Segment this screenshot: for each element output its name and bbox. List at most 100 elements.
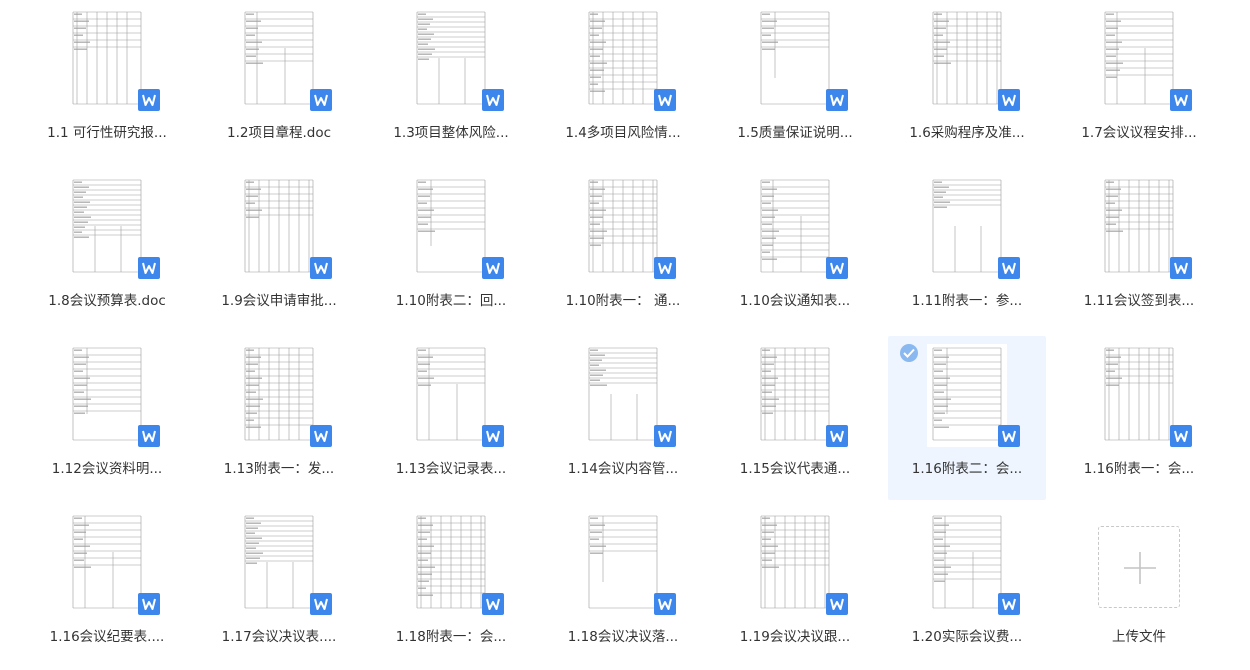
word-doc-icon <box>998 593 1020 615</box>
document-thumbnail <box>755 512 835 615</box>
document-thumbnail <box>755 344 835 447</box>
plus-icon <box>1124 552 1156 584</box>
file-item[interactable]: 1.16附表二：会... <box>888 336 1046 500</box>
document-thumbnail <box>411 344 491 447</box>
selected-check-icon[interactable] <box>900 344 918 362</box>
file-name: 1.6采购程序及准... <box>909 125 1025 141</box>
document-thumbnail <box>1099 8 1179 111</box>
file-name: 1.1 可行性研究报... <box>47 125 167 141</box>
file-item[interactable]: 1.10附表一： 通... <box>544 168 702 332</box>
word-doc-icon <box>654 257 676 279</box>
document-thumbnail <box>239 512 319 615</box>
file-item[interactable]: 1.8会议预算表.doc <box>28 168 186 332</box>
file-item[interactable]: 1.17会议决议表.... <box>200 504 358 668</box>
file-item[interactable]: 1.20实际会议费... <box>888 504 1046 668</box>
document-thumbnail <box>927 8 1007 111</box>
file-name: 1.11会议签到表... <box>1083 293 1195 309</box>
file-item[interactable]: 1.13会议记录表... <box>372 336 530 500</box>
word-doc-icon <box>310 593 332 615</box>
file-name: 1.9会议申请审批... <box>221 293 337 309</box>
word-doc-icon <box>654 425 676 447</box>
document-thumbnail <box>583 512 663 615</box>
word-doc-icon <box>1170 89 1192 111</box>
document-thumbnail <box>1099 176 1179 279</box>
file-name: 1.19会议决议跟... <box>739 629 851 645</box>
document-thumbnail <box>411 176 491 279</box>
file-item[interactable]: 1.13附表一：发... <box>200 336 358 500</box>
word-doc-icon <box>138 257 160 279</box>
file-name: 1.4多项目风险情... <box>565 125 681 141</box>
file-name: 1.20实际会议费... <box>911 629 1023 645</box>
file-name: 1.5质量保证说明... <box>737 125 853 141</box>
file-name: 1.13附表一：发... <box>223 461 335 477</box>
file-item[interactable]: 1.18附表一：会... <box>372 504 530 668</box>
word-doc-icon <box>138 89 160 111</box>
file-item[interactable]: 1.18会议决议落... <box>544 504 702 668</box>
file-item[interactable]: 1.10附表二：回... <box>372 168 530 332</box>
file-item[interactable]: 1.16会议纪要表.... <box>28 504 186 668</box>
file-item[interactable]: 1.1 可行性研究报... <box>28 0 186 164</box>
document-thumbnail <box>239 344 319 447</box>
file-name: 1.2项目章程.doc <box>226 125 331 141</box>
word-doc-icon <box>310 257 332 279</box>
file-item[interactable]: 1.11会议签到表... <box>1060 168 1218 332</box>
upload-file-button[interactable]: 上传文件 <box>1060 336 1218 666</box>
file-name: 1.14会议内容管... <box>567 461 679 477</box>
word-doc-icon <box>310 89 332 111</box>
file-item[interactable]: 1.19会议决议跟... <box>716 504 874 668</box>
file-name: 1.7会议议程安排... <box>1081 125 1197 141</box>
word-doc-icon <box>138 425 160 447</box>
word-doc-icon <box>310 425 332 447</box>
file-name: 1.16附表二：会... <box>911 461 1023 477</box>
upload-dropzone[interactable] <box>1098 526 1180 608</box>
file-name: 1.18附表一：会... <box>395 629 507 645</box>
file-name: 1.12会议资料明... <box>51 461 163 477</box>
file-item[interactable]: 1.10会议通知表... <box>716 168 874 332</box>
word-doc-icon <box>826 425 848 447</box>
file-name: 1.10附表二：回... <box>395 293 507 309</box>
file-item[interactable]: 1.15会议代表通... <box>716 336 874 500</box>
file-item[interactable]: 1.14会议内容管... <box>544 336 702 500</box>
upload-label: 上传文件 <box>1112 629 1166 645</box>
document-thumbnail <box>755 8 835 111</box>
word-doc-icon <box>138 593 160 615</box>
file-name: 1.8会议预算表.doc <box>48 293 166 309</box>
document-thumbnail <box>583 176 663 279</box>
file-item[interactable]: 1.3项目整体风险... <box>372 0 530 164</box>
word-doc-icon <box>482 593 504 615</box>
file-grid: 1.1 可行性研究报... 1.2项目章程.doc 1.3项目整体风险... 1.4多… <box>28 0 1240 670</box>
document-thumbnail <box>239 8 319 111</box>
document-thumbnail <box>927 176 1007 279</box>
file-name: 1.10会议通知表... <box>739 293 851 309</box>
file-name: 1.10附表一： 通... <box>565 293 681 309</box>
word-doc-icon <box>998 257 1020 279</box>
document-thumbnail <box>411 512 491 615</box>
word-doc-icon <box>826 89 848 111</box>
file-name: 1.18会议决议落... <box>567 629 679 645</box>
file-item[interactable]: 1.2项目章程.doc <box>200 0 358 164</box>
file-name: 1.3项目整体风险... <box>393 125 509 141</box>
word-doc-icon <box>998 89 1020 111</box>
document-thumbnail <box>927 512 1007 615</box>
document-thumbnail <box>583 8 663 111</box>
word-doc-icon <box>654 593 676 615</box>
document-thumbnail <box>583 344 663 447</box>
document-thumbnail <box>927 344 1007 447</box>
word-doc-icon <box>998 425 1020 447</box>
file-item[interactable]: 1.5质量保证说明... <box>716 0 874 164</box>
document-thumbnail <box>67 344 147 447</box>
file-name: 1.13会议记录表... <box>395 461 507 477</box>
file-name: 1.17会议决议表.... <box>221 629 337 645</box>
word-doc-icon <box>654 89 676 111</box>
document-thumbnail <box>755 176 835 279</box>
document-thumbnail <box>67 176 147 279</box>
document-thumbnail <box>411 8 491 111</box>
word-doc-icon <box>482 257 504 279</box>
document-thumbnail <box>67 8 147 111</box>
file-item[interactable]: 1.7会议议程安排... <box>1060 0 1218 164</box>
file-item[interactable]: 1.11附表一：参... <box>888 168 1046 332</box>
file-item[interactable]: 1.4多项目风险情... <box>544 0 702 164</box>
file-item[interactable]: 1.9会议申请审批... <box>200 168 358 332</box>
file-item[interactable]: 1.12会议资料明... <box>28 336 186 500</box>
file-item[interactable]: 1.6采购程序及准... <box>888 0 1046 164</box>
